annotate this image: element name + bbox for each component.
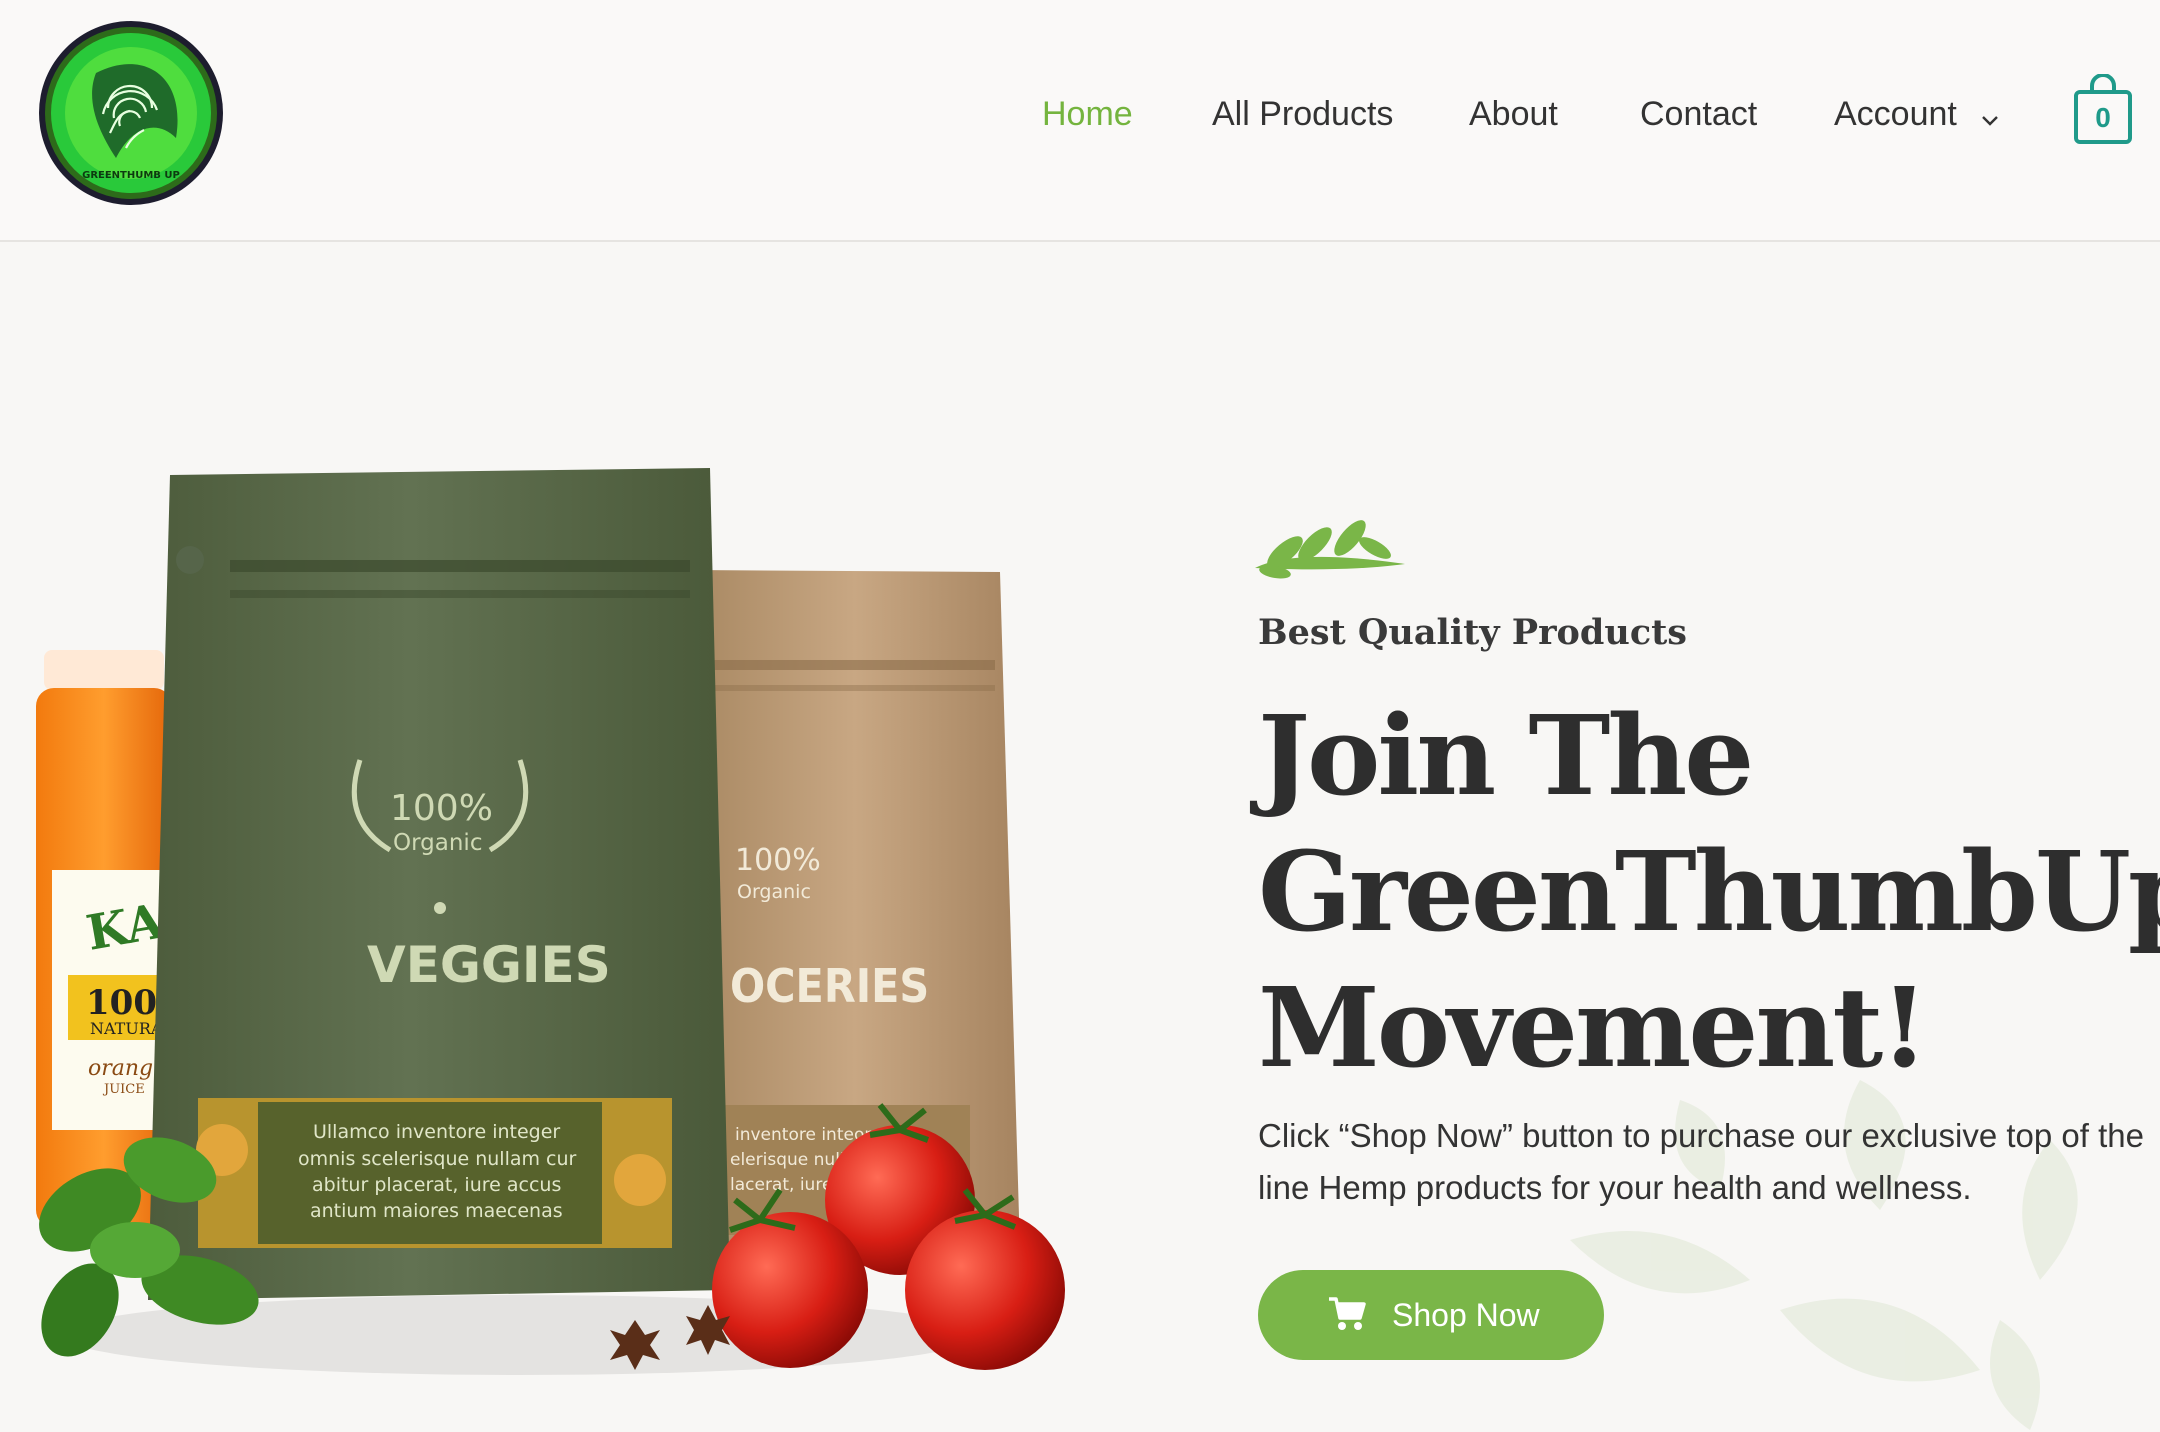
nav-home[interactable]: Home	[1042, 84, 1133, 144]
main-nav: Home All Products About Contact Account	[0, 84, 2160, 144]
leaf-sprig-icon	[1255, 520, 1405, 579]
site-header: GREENTHUMB UP Home All Products About Co…	[0, 0, 2160, 242]
hero-description-line-2: line Hemp products for your health and w…	[1258, 1169, 1972, 1206]
green-bag-panel-line-2: omnis scelerisque nullam cur	[298, 1148, 577, 1170]
veggies-bag: 100% Organic VEGGIES Ullamco inventore i…	[148, 468, 730, 1300]
hero-headline: Join The GreenThumbUp Movement!	[1258, 688, 2160, 1096]
tan-bag-panel-line-2: elerisque null	[730, 1150, 845, 1170]
tan-bag-title: OCERIES	[730, 960, 929, 1014]
hero-description: Click “Shop Now” button to purchase our …	[1258, 1110, 2158, 1214]
green-bag-organic: Organic	[393, 830, 482, 856]
nav-contact[interactable]: Contact	[1640, 84, 1757, 144]
cart-button[interactable]: 0	[2073, 74, 2133, 146]
jar-big: 100	[86, 983, 157, 1023]
nav-about[interactable]: About	[1469, 84, 1558, 144]
shopping-cart-icon	[1329, 1297, 1366, 1330]
cart-count: 0	[2095, 102, 2111, 133]
hero-headline-line-3: Movement!	[1258, 963, 1928, 1092]
green-bag-panel-line-1: Ullamco inventore integer	[313, 1121, 560, 1143]
jar-sub: NATURA	[90, 1019, 163, 1038]
hero-headline-line-2: GreenThumbUp	[1258, 827, 2160, 956]
green-bag-title: VEGGIES	[367, 936, 611, 994]
tan-bag-panel-line-1: inventore inteor	[735, 1125, 871, 1145]
logo-text: GREENTHUMB UP	[82, 170, 180, 181]
shop-now-label: Shop Now	[1392, 1297, 1540, 1333]
jar-flavor2: JUICE	[102, 1082, 145, 1097]
green-bag-panel-line-4: antium maiores maecenas	[310, 1200, 563, 1222]
nav-account-label: Account	[1834, 95, 1957, 133]
hero-product-image: KARI 100 NATURA orang JUICE 100% Organic…	[0, 430, 1120, 1432]
tan-bag-organic: Organic	[737, 881, 811, 903]
nav-all-products[interactable]: All Products	[1212, 84, 1393, 144]
hero-headline-line-1: Join The	[1258, 691, 1754, 820]
tan-bag-pct: 100%	[735, 843, 821, 878]
shop-now-button[interactable]: Shop Now	[1258, 1270, 1604, 1360]
jar-flavor: orang	[88, 1056, 153, 1081]
hero-eyebrow: Best Quality Products	[1258, 612, 1688, 653]
chevron-down-icon	[1980, 86, 2000, 146]
nav-account[interactable]: Account	[1834, 84, 2000, 146]
green-bag-pct: 100%	[390, 788, 493, 829]
green-bag-panel-line-3: abitur placerat, iure accus	[312, 1174, 561, 1196]
hero-description-line-1: Click “Shop Now” button to purchase our …	[1258, 1117, 2144, 1154]
